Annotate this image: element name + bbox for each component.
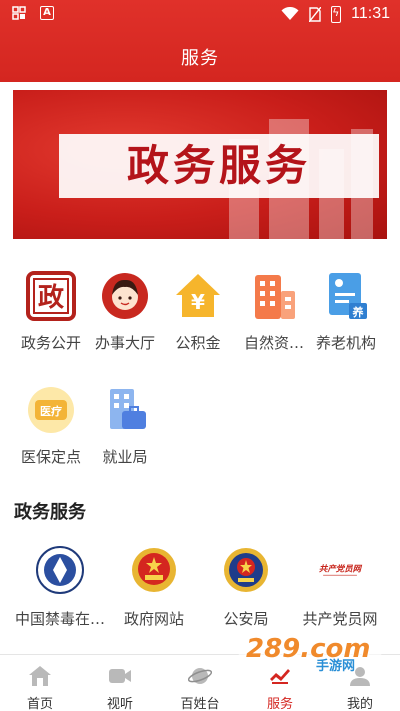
service-label: 养老机构 xyxy=(315,334,376,352)
gov-item-anti-drug[interactable]: 中国禁毒在… xyxy=(10,544,110,629)
video-icon xyxy=(109,669,131,683)
seal-icon: 政 xyxy=(25,270,77,322)
tab-label: 首页 xyxy=(26,697,53,711)
tab-video[interactable]: 视听 xyxy=(80,655,160,711)
tab-label: 我的 xyxy=(346,697,373,711)
service-label: 自然资… xyxy=(243,334,304,352)
watermark-subtext: 手游网 xyxy=(316,659,356,674)
service-item-gongjijin[interactable]: ¥ 公积金 xyxy=(158,270,238,353)
service-item-jiuye-ju[interactable]: 就业局 xyxy=(85,384,165,467)
tab-home[interactable]: 首页 xyxy=(0,655,80,711)
gov-item-label: 公安局 xyxy=(223,610,269,628)
wifi-icon xyxy=(281,7,299,20)
service-item-yanglao-jigou[interactable]: 养 养老机构 xyxy=(306,270,386,353)
gov-item-gov-website[interactable]: 政府网站 xyxy=(104,544,204,629)
gov-item-label: 中国禁毒在… xyxy=(14,610,105,628)
section-title-gov-services: 政务服务 xyxy=(14,502,86,523)
house-yen-icon: ¥ xyxy=(172,270,224,322)
party-member-logo-icon: 共产党员网 xyxy=(314,544,366,596)
service-item-ziran-ziyuan[interactable]: 自然资… xyxy=(234,270,314,353)
svg-text:政: 政 xyxy=(38,282,64,313)
no-sim-icon xyxy=(309,6,322,22)
tab-label: 百姓台 xyxy=(180,697,220,711)
planet-icon xyxy=(187,668,213,684)
home-icon xyxy=(29,666,51,686)
anti-drug-emblem-icon xyxy=(34,544,86,596)
service-label: 就业局 xyxy=(102,448,148,466)
service-label: 办事大厅 xyxy=(94,334,155,352)
tab-label: 视听 xyxy=(106,697,133,711)
elderly-card-icon: 养 xyxy=(320,270,372,322)
svg-text:¥: ¥ xyxy=(191,290,205,314)
a-icon: A xyxy=(40,6,54,20)
medical-insurance-icon: 医疗 xyxy=(25,384,77,436)
svg-text:共产党员网: 共产党员网 xyxy=(319,563,363,573)
svg-text:医疗: 医疗 xyxy=(40,404,62,418)
service-item-zhengwu-gongkai[interactable]: 政 政务公开 xyxy=(11,270,91,353)
police-emblem-icon xyxy=(220,544,272,596)
service-item-yibao-dingdian[interactable]: 医疗 医保定点 xyxy=(11,384,91,467)
gov-item-party-member[interactable]: 共产党员网 共产党员网 xyxy=(290,544,390,629)
service-label: 公积金 xyxy=(175,334,221,352)
gov-item-label: 共产党员网 xyxy=(302,610,378,628)
service-label: 医保定点 xyxy=(20,448,81,466)
gallery-icon xyxy=(12,6,26,20)
gov-item-police[interactable]: 公安局 xyxy=(196,544,296,629)
gov-item-label: 政府网站 xyxy=(123,610,184,628)
tab-community[interactable]: 百姓台 xyxy=(160,655,240,711)
service-item-banshi-dating[interactable]: 办事大厅 xyxy=(85,270,165,353)
top-bar: A 11:31 服务 xyxy=(0,0,400,82)
national-emblem-icon xyxy=(128,544,180,596)
building-icon xyxy=(248,270,300,322)
person-icon xyxy=(99,270,151,322)
battery-charging-icon xyxy=(331,5,342,23)
page-title: 服务 xyxy=(181,48,219,69)
service-label: 政务公开 xyxy=(20,334,81,352)
svg-text:养: 养 xyxy=(352,305,365,319)
status-time: 11:31 xyxy=(351,5,390,22)
banner[interactable]: 政务服务 xyxy=(13,90,387,239)
status-bar: A 11:31 xyxy=(0,0,400,30)
tab-label: 服务 xyxy=(266,697,293,711)
banner-title: 政务服务 xyxy=(59,134,379,198)
briefcase-icon xyxy=(99,384,151,436)
